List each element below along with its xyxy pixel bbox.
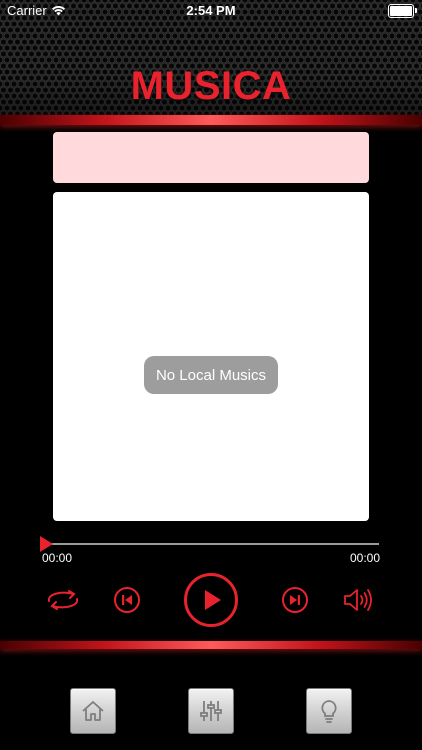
repeat-button[interactable] (42, 586, 84, 614)
equalizer-icon (200, 701, 222, 721)
equalizer-button[interactable] (188, 688, 234, 734)
now-playing-bar[interactable] (53, 132, 369, 183)
next-button[interactable] (281, 586, 309, 614)
skip-next-icon (282, 587, 308, 613)
status-bar: Carrier 2:54 PM (0, 0, 422, 22)
header-divider (0, 115, 422, 125)
play-button[interactable] (183, 572, 239, 628)
repeat-icon (47, 590, 79, 610)
progress-track[interactable] (44, 543, 379, 545)
tips-button[interactable] (306, 688, 352, 734)
home-button[interactable] (70, 688, 116, 734)
volume-icon (344, 589, 372, 611)
empty-list-message: No Local Musics (144, 356, 278, 394)
previous-button[interactable] (113, 586, 141, 614)
volume-button[interactable] (341, 586, 375, 614)
battery-icon (388, 4, 417, 18)
play-icon (184, 573, 238, 627)
progress-thumb[interactable] (40, 536, 53, 552)
lightbulb-icon (321, 700, 337, 723)
controls-divider (0, 641, 422, 649)
app-title: MUSICA (130, 64, 292, 108)
home-icon (82, 701, 104, 721)
total-time: 00:00 (349, 551, 380, 565)
current-time: 00:00 (42, 551, 73, 565)
skip-previous-icon (114, 587, 140, 613)
status-time: 2:54 PM (186, 3, 236, 18)
